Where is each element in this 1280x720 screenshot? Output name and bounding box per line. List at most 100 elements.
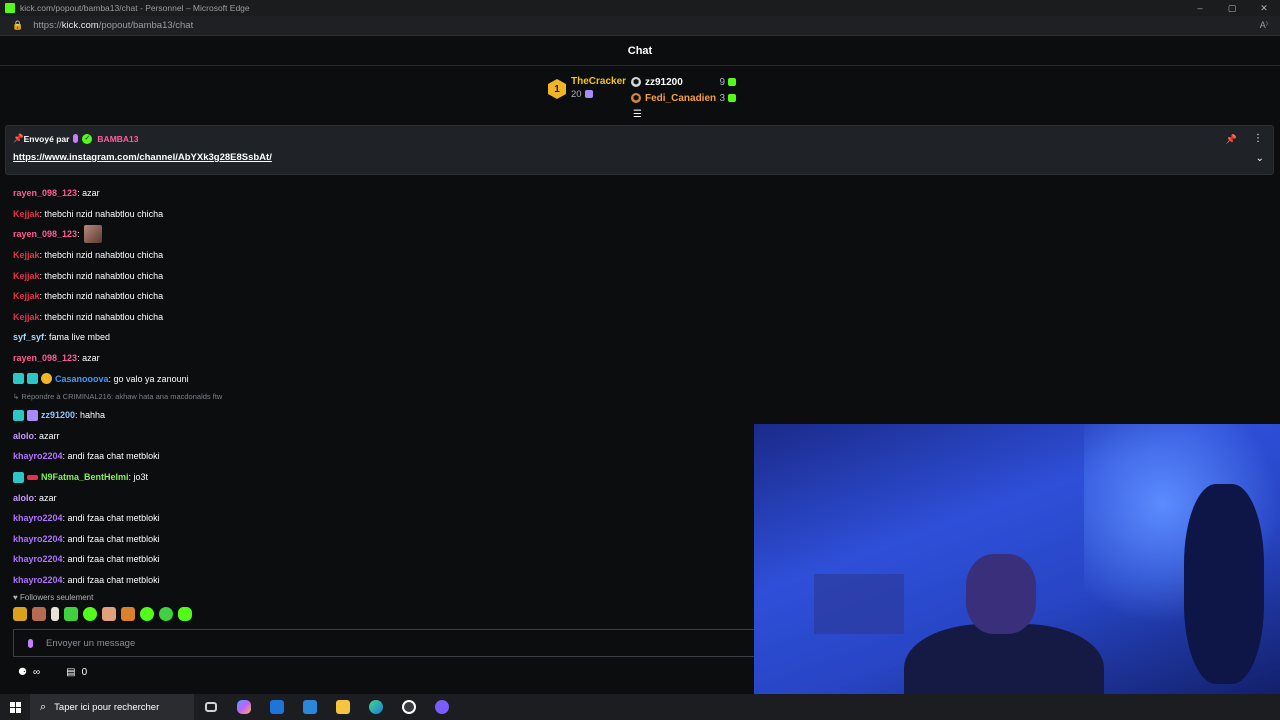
crown-emote-icon[interactable] [13,607,27,621]
chat-message[interactable]: Kejjak: thebchi nzid nahabtlou chicha [13,204,753,225]
points-icon[interactable]: ⚈ [18,667,27,678]
chat-message[interactable]: rayen_098_123: azar [13,348,753,369]
leaderboard-count: 3 [719,92,725,104]
more-options-icon[interactable]: ⋮ [1253,133,1263,144]
message-username[interactable]: Kejjak [13,291,40,301]
smile-emote-icon[interactable] [140,607,154,621]
gift-icon [584,90,593,98]
leaderboard-name: Fedi_Canadien [645,92,717,104]
hand-emote-icon[interactable] [51,607,59,621]
obs-icon[interactable] [392,694,425,720]
message-username[interactable]: Kejjak [13,209,40,219]
store-icon[interactable] [293,694,326,720]
dance-emote-icon[interactable] [64,607,78,621]
message-username[interactable]: Kejjak [13,271,40,281]
lock-icon[interactable]: 🔒 [12,20,23,31]
chat-message[interactable]: rayen_098_123: [13,224,753,245]
taskbar-search[interactable]: ⌕ Taper ici pour rechercher [30,694,194,720]
unpin-icon[interactable]: 📌 [1226,134,1237,145]
chat-message[interactable]: Kejjak: thebchi nzid nahabtlou chicha [13,307,753,328]
pinned-link[interactable]: https://www.instagram.com/channel/AbYXk3… [13,152,272,163]
chat-message[interactable]: Casanooova: go valo ya zanouni [13,368,753,389]
copilot-icon[interactable] [227,694,260,720]
message-text: : thebchi nzid nahabtlou chicha [39,291,164,302]
gift-box-icon[interactable]: ▤ [66,667,75,678]
message-text: : hahha [75,410,106,421]
message-username[interactable]: zz91200 [41,410,75,420]
message-text: : jo3t [128,472,149,483]
pinned-sender[interactable]: BAMBA13 [97,134,138,144]
message-text: : thebchi nzid nahabtlou chicha [39,208,164,219]
chat-message[interactable]: N9Fatma_BentHelmi: jo3t [13,467,753,488]
chat-message[interactable]: Kejjak: thebchi nzid nahabtlou chicha [13,286,753,307]
chat-message[interactable]: khayro2204: andi fzaa chat metbloki [13,508,753,529]
url-host: kick.com [61,20,99,31]
mail-icon[interactable] [260,694,293,720]
chevron-down-icon[interactable]: ⌄ [1256,153,1264,164]
hotdog-emote-icon[interactable] [121,607,135,621]
message-username[interactable]: Casanooova [55,374,109,384]
chat-message[interactable]: Kejjak: thebchi nzid nahabtlou chicha [13,245,753,266]
message-username[interactable]: khayro2204 [13,451,63,461]
chat-input-box[interactable] [13,629,755,657]
leaderboard-first[interactable]: 1 TheCracker 20 [548,76,626,100]
message-username[interactable]: khayro2204 [13,575,63,585]
discord-icon[interactable] [425,694,458,720]
chat-message[interactable]: rayen_098_123: azar [13,183,753,204]
read-aloud-icon[interactable]: A⁾ [1260,20,1268,31]
message-username[interactable]: khayro2204 [13,513,63,523]
chat-message[interactable]: Kejjak: thebchi nzid nahabtlou chicha [13,265,753,286]
task-view-icon[interactable] [194,694,227,720]
reply-icon: ↳ [13,392,22,402]
edge-icon[interactable] [359,694,392,720]
heart-icon: ♥ [13,593,18,602]
face-emote-icon[interactable] [32,607,46,621]
message-username[interactable]: rayen_098_123 [13,188,77,198]
chat-emote-icon[interactable] [159,607,173,621]
user-badge-icon [13,373,24,385]
chat-message[interactable]: khayro2204: andi fzaa chat metbloki [13,549,753,570]
reply-text: Répondre à CRIMINAL216: akhaw hata ana m… [21,392,223,402]
message-username[interactable]: rayen_098_123 [13,229,77,239]
chat-message[interactable]: zz91200: hahha [13,405,753,426]
message-username[interactable]: khayro2204 [13,534,63,544]
chat-message[interactable]: khayro2204: andi fzaa chat metbloki [13,570,753,591]
chat-message[interactable]: syf_syf: fama live mbed [13,327,753,348]
message-username[interactable]: alolo [13,493,34,503]
microphone-icon [73,134,79,143]
maximize-button[interactable]: ▢ [1216,0,1248,16]
collapse-leaderboard-icon[interactable]: ☰ [633,109,642,120]
file-explorer-icon[interactable] [326,694,359,720]
reply-context[interactable]: ↳ Répondre à CRIMINAL216: akhaw hata ana… [13,389,753,405]
leaderboard-row[interactable]: ⬢ zz91200 9 [631,74,736,90]
chat-message[interactable]: khayro2204: andi fzaa chat metbloki [13,529,753,550]
laugh-emote-icon[interactable] [178,607,192,621]
leaderboard-name: zz91200 [645,76,683,88]
point-emote-icon[interactable] [102,607,116,621]
gift-icon [728,94,736,102]
close-button[interactable]: ✕ [1248,0,1280,16]
user-badge-icon [41,373,52,385]
message-username[interactable]: alolo [13,431,34,441]
followers-only-label: Followers seulement [19,593,94,602]
address-bar[interactable]: 🔒 https:// kick.com /popout/bamba13/chat… [0,16,1280,36]
windows-start-icon[interactable] [0,694,30,720]
chat-message[interactable]: alolo: azarr [13,426,753,447]
leaderboard-first-count: 20 [571,89,582,100]
message-username[interactable]: khayro2204 [13,554,63,564]
skull-emote-icon[interactable] [83,607,97,621]
leaderboard-row[interactable]: ⬢ Fedi_Canadien 3 [631,90,736,106]
chat-message[interactable]: khayro2204: andi fzaa chat metbloki [13,446,753,467]
minimize-button[interactable]: – [1184,0,1216,16]
message-username[interactable]: syf_syf [13,332,44,342]
windows-taskbar: ⌕ Taper ici pour rechercher [0,694,1280,720]
message-username[interactable]: N9Fatma_BentHelmi [41,472,129,482]
message-username[interactable]: Kejjak [13,312,40,322]
search-icon: ⌕ [40,700,47,713]
chat-message[interactable]: alolo: azar [13,487,753,508]
message-username[interactable]: Kejjak [13,250,40,260]
message-username[interactable]: rayen_098_123 [13,353,77,363]
message-input[interactable] [46,637,646,649]
user-badge-icon [27,373,38,385]
rank-badge: 1 [548,79,566,99]
